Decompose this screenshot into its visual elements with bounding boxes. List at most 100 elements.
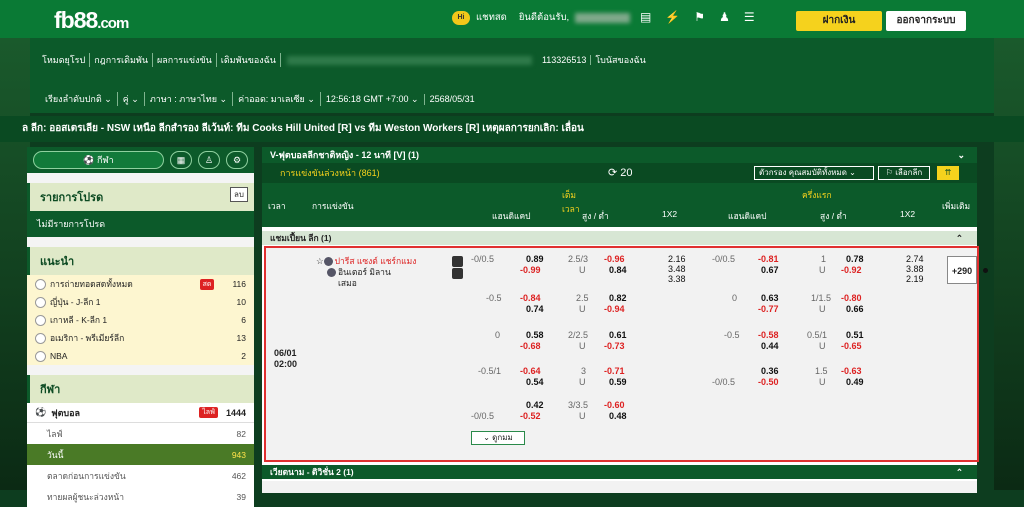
column-header: เวลา การแข่งขัน เต็มเวลา ครึ่งแรก แฮนดิแ… xyxy=(262,183,977,227)
odd-cell[interactable]: 0.63 xyxy=(761,293,779,303)
odd-cell[interactable]: 0.48 xyxy=(609,411,627,421)
odds-row-3: 0 0.58 -0.68 2/2.5 U 0.61 -0.73 -0.5 -0.… xyxy=(266,330,981,362)
league-header-v[interactable]: V-ฟุตบอลลีกชาติหญิง - 12 นาที [V] (1) ⌄ xyxy=(262,147,977,163)
odd-cell[interactable]: 0.42 xyxy=(526,400,544,410)
odd-cell[interactable]: 0.54 xyxy=(526,377,544,387)
nav-european-mode[interactable]: โหมดยุโรป xyxy=(38,53,91,67)
odd-cell[interactable]: 0.36 xyxy=(761,366,779,376)
chat-icon[interactable]: Hi xyxy=(452,10,470,25)
odd-cell[interactable]: -0.65 xyxy=(841,341,862,351)
settings-icon[interactable]: ⚙ xyxy=(226,151,248,169)
odd-cell[interactable]: -0.71 xyxy=(604,366,625,376)
odd-cell[interactable]: -0.81 xyxy=(758,254,779,264)
logo[interactable]: fb88.com xyxy=(54,7,129,34)
delete-favorites-button[interactable]: ลบ xyxy=(230,187,248,202)
nav-rules[interactable]: กฎการเดิมพัน xyxy=(90,53,153,67)
odd-cell[interactable]: 3.88 xyxy=(906,264,924,274)
league-champions[interactable]: แชมเปี้ยน ลีก (1) ⌃ xyxy=(262,231,977,245)
odd-cell[interactable]: -0.92 xyxy=(841,265,862,275)
odds-row-5: -0/0.5 0.42 -0.52 3/3.5 U -0.60 0.48 xyxy=(266,400,981,432)
refresh-counter[interactable]: ⟳ 20 xyxy=(608,163,633,183)
sub-today[interactable]: วันนี้ 943 xyxy=(27,444,254,465)
list-item[interactable]: การถ่ายทอดสดทั้งหมด สด 116 xyxy=(27,275,254,293)
sport-pill-button[interactable]: ⚽ กีฬา xyxy=(33,151,164,169)
chevron-up-icon[interactable]: ⌃ xyxy=(956,231,963,245)
show-more-button[interactable]: ⌄ ดูกมม xyxy=(471,431,525,445)
odd-cell[interactable]: -0.64 xyxy=(520,366,541,376)
odd-cell[interactable]: 2.16 xyxy=(668,254,686,264)
deposit-button[interactable]: ฝากเงิน xyxy=(796,11,882,31)
odd-cell[interactable]: 0.82 xyxy=(609,293,627,303)
odd-cell[interactable]: 3.48 xyxy=(668,264,686,274)
odd-cell[interactable]: -0.84 xyxy=(520,293,541,303)
early-markets-label: การแข่งขันล่วงหน้า (861) xyxy=(280,168,380,178)
calendar-icon[interactable]: ▦ xyxy=(170,151,192,169)
wallet-icon[interactable]: ▤ xyxy=(640,10,651,24)
odd-cell[interactable]: 0.44 xyxy=(761,341,779,351)
ou-under: U xyxy=(579,304,586,314)
bolt-icon[interactable]: ⚡ xyxy=(665,10,680,24)
ou-under: U xyxy=(819,265,826,275)
filter-select[interactable]: ตัวกรอง คุณสมบัติทั้งหมด ⌄ xyxy=(754,166,874,180)
sort-select[interactable]: เรียงลำดับปกติ ⌄ xyxy=(40,92,118,106)
user-icon[interactable]: ♙ xyxy=(198,151,220,169)
odd-cell[interactable]: 2.19 xyxy=(906,274,924,284)
list-item[interactable]: เกาหลี - K-ลีก 16 xyxy=(27,311,254,329)
odd-cell[interactable]: -0.52 xyxy=(520,411,541,421)
language-select[interactable]: ภาษา : ภาษาไทย ⌄ xyxy=(145,92,234,106)
odd-cell[interactable]: -0.96 xyxy=(604,254,625,264)
nav-my-bonus[interactable]: โบนัสของฉัน xyxy=(591,53,649,67)
odds-type-select[interactable]: ค่าออด: มาเลเซีย ⌄ xyxy=(233,92,321,106)
odd-cell[interactable]: -0.77 xyxy=(758,304,779,314)
sub-live[interactable]: ไลฟ์ 82 xyxy=(27,423,254,444)
pair-select[interactable]: คู่ ⌄ xyxy=(118,92,145,106)
hdp-line: -0/0.5 xyxy=(471,411,495,421)
odd-cell[interactable]: -0.60 xyxy=(604,400,625,410)
odd-cell[interactable]: -0.80 xyxy=(841,293,862,303)
trophy-icon: ⚐ xyxy=(885,168,896,177)
odd-cell[interactable]: 0.61 xyxy=(609,330,627,340)
odd-cell[interactable]: -0.99 xyxy=(520,265,541,275)
e-sports-icon[interactable]: ⚑ xyxy=(694,10,705,24)
nav-my-bets[interactable]: เดิมพันของฉัน xyxy=(217,53,281,67)
odd-cell[interactable]: -0.94 xyxy=(604,304,625,314)
sport-football[interactable]: ⚽ ฟุตบอล ไลฟ์ 1444 xyxy=(27,403,254,423)
odd-cell[interactable]: -0.68 xyxy=(520,341,541,351)
list-item[interactable]: อเมริกา - พรีเมียร์ลีก 13 xyxy=(27,329,254,347)
user-icon[interactable]: ♟ xyxy=(719,10,730,24)
odd-cell[interactable]: 0.67 xyxy=(761,265,779,275)
odd-cell[interactable]: 0.89 xyxy=(526,254,544,264)
odd-cell[interactable]: 0.74 xyxy=(526,304,544,314)
favorites-empty: ไม่มีรายการโปรด xyxy=(27,211,254,237)
ou-under: U xyxy=(819,304,826,314)
chevron-down-icon[interactable]: ⌄ xyxy=(957,147,965,163)
checklist-icon[interactable]: ☰ xyxy=(744,10,755,24)
odd-cell[interactable]: 0.51 xyxy=(846,330,864,340)
ou-under: U xyxy=(579,341,586,351)
odd-cell[interactable]: 0.84 xyxy=(609,265,627,275)
odd-cell[interactable]: 0.49 xyxy=(846,377,864,387)
odd-cell[interactable]: 0.58 xyxy=(526,330,544,340)
odd-cell[interactable]: -0.73 xyxy=(604,341,625,351)
odd-cell[interactable]: -0.58 xyxy=(758,330,779,340)
clock-select[interactable]: 12:56:18 GMT +7:00 ⌄ xyxy=(321,93,425,105)
list-item[interactable]: ญี่ปุ่น - J-ลีก 1 10 xyxy=(27,293,254,311)
live-chat-link[interactable]: แชทสด xyxy=(476,10,507,25)
odd-cell[interactable]: 2.74 xyxy=(906,254,924,264)
odd-cell[interactable]: 0.78 xyxy=(846,254,864,264)
odd-cell[interactable]: 3.38 xyxy=(668,274,686,284)
odd-cell[interactable]: -0.50 xyxy=(758,377,779,387)
nav-results[interactable]: ผลการแข่งขัน xyxy=(153,53,217,67)
sub-prematch[interactable]: ตลาดก่อนการแข่งขัน 462 xyxy=(27,465,254,486)
collapse-all-icon[interactable]: ⇈ xyxy=(937,166,959,180)
logout-button[interactable]: ออกจากระบบ xyxy=(886,11,966,31)
ou-line: 1 xyxy=(821,254,827,264)
odd-cell[interactable]: 0.59 xyxy=(609,377,627,387)
list-item[interactable]: NBA 2 xyxy=(27,347,254,365)
pick-league-button[interactable]: ⚐ เลือกลีก xyxy=(878,166,930,180)
league-vietnam[interactable]: เวียดนาม - ดิวิชั่น 2 (1) ⌃ xyxy=(262,465,977,479)
odd-cell[interactable]: 0.66 xyxy=(846,304,864,314)
sub-outright[interactable]: ทายผลผู้ชนะล่วงหน้า 39 xyxy=(27,486,254,507)
chevron-up-icon[interactable]: ⌃ xyxy=(956,465,963,479)
odd-cell[interactable]: -0.63 xyxy=(841,366,862,376)
